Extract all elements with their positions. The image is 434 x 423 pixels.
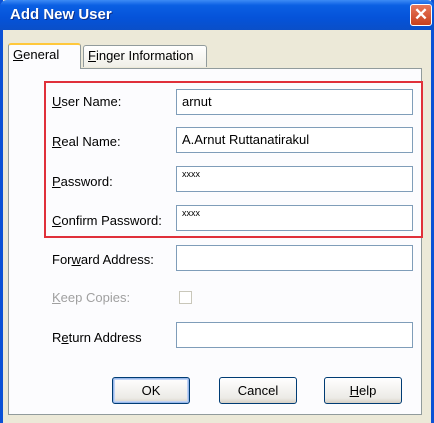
close-icon[interactable]: ✕ <box>410 4 432 26</box>
tab-finger-information[interactable]: Finger Information <box>83 45 207 67</box>
confirm-password-label: Confirm Password: <box>52 213 162 228</box>
forward-address-label-text: ard Address: <box>80 252 154 267</box>
tab-general-label: eneral <box>23 47 60 62</box>
confirm-password-label-text: onfirm Password: <box>61 213 162 228</box>
window-title: Add New User <box>10 6 112 23</box>
keep-copies-label-text: eep Copies: <box>60 290 131 305</box>
user-name-label-text: ser Name: <box>61 94 122 109</box>
return-address-accel: e <box>61 330 69 345</box>
real-name-label: Real Name: <box>52 134 121 149</box>
return-address-label-text: turn Address <box>68 330 142 345</box>
password-label: Password: <box>52 174 113 189</box>
help-label: elp <box>359 383 377 398</box>
title-bar[interactable]: Add New User ✕ <box>0 0 434 30</box>
return-address-field[interactable] <box>176 322 413 348</box>
real-name-accel: R <box>52 134 62 149</box>
password-label-text: assword: <box>60 174 113 189</box>
user-name-label: User Name: <box>52 94 121 109</box>
user-name-field[interactable]: arnut <box>176 89 413 115</box>
keep-copies-label: Keep Copies: <box>52 290 130 305</box>
return-address-pre: R <box>52 330 62 345</box>
keep-copies-accel: K <box>52 290 61 305</box>
user-name-accel: U <box>52 94 62 109</box>
forward-address-accel: w <box>71 252 81 267</box>
keep-copies-checkbox[interactable] <box>179 291 192 304</box>
help-accel: H <box>349 383 360 398</box>
tab-general-accel: G <box>13 47 24 62</box>
password-accel: P <box>52 174 61 189</box>
forward-address-pre: For <box>52 252 72 267</box>
help-button[interactable]: Help <box>324 377 402 404</box>
return-address-label: Return Address <box>52 330 142 345</box>
tab-general[interactable]: General <box>8 43 81 69</box>
real-name-field[interactable]: A.Arnut Ruttanatirakul <box>176 127 413 153</box>
confirm-password-field[interactable]: xxxx <box>176 205 413 231</box>
password-field[interactable]: xxxx <box>176 166 413 192</box>
cancel-button[interactable]: Cancel <box>219 377 297 404</box>
tab-finger-accel: F <box>88 48 96 63</box>
forward-address-label: Forward Address: <box>52 252 154 267</box>
forward-address-field[interactable] <box>176 245 413 271</box>
ok-button[interactable]: OK <box>112 377 190 404</box>
real-name-label-text: eal Name: <box>61 134 121 149</box>
general-panel <box>8 68 422 415</box>
tab-finger-label: inger Information <box>95 48 194 63</box>
confirm-password-accel: C <box>52 213 62 228</box>
